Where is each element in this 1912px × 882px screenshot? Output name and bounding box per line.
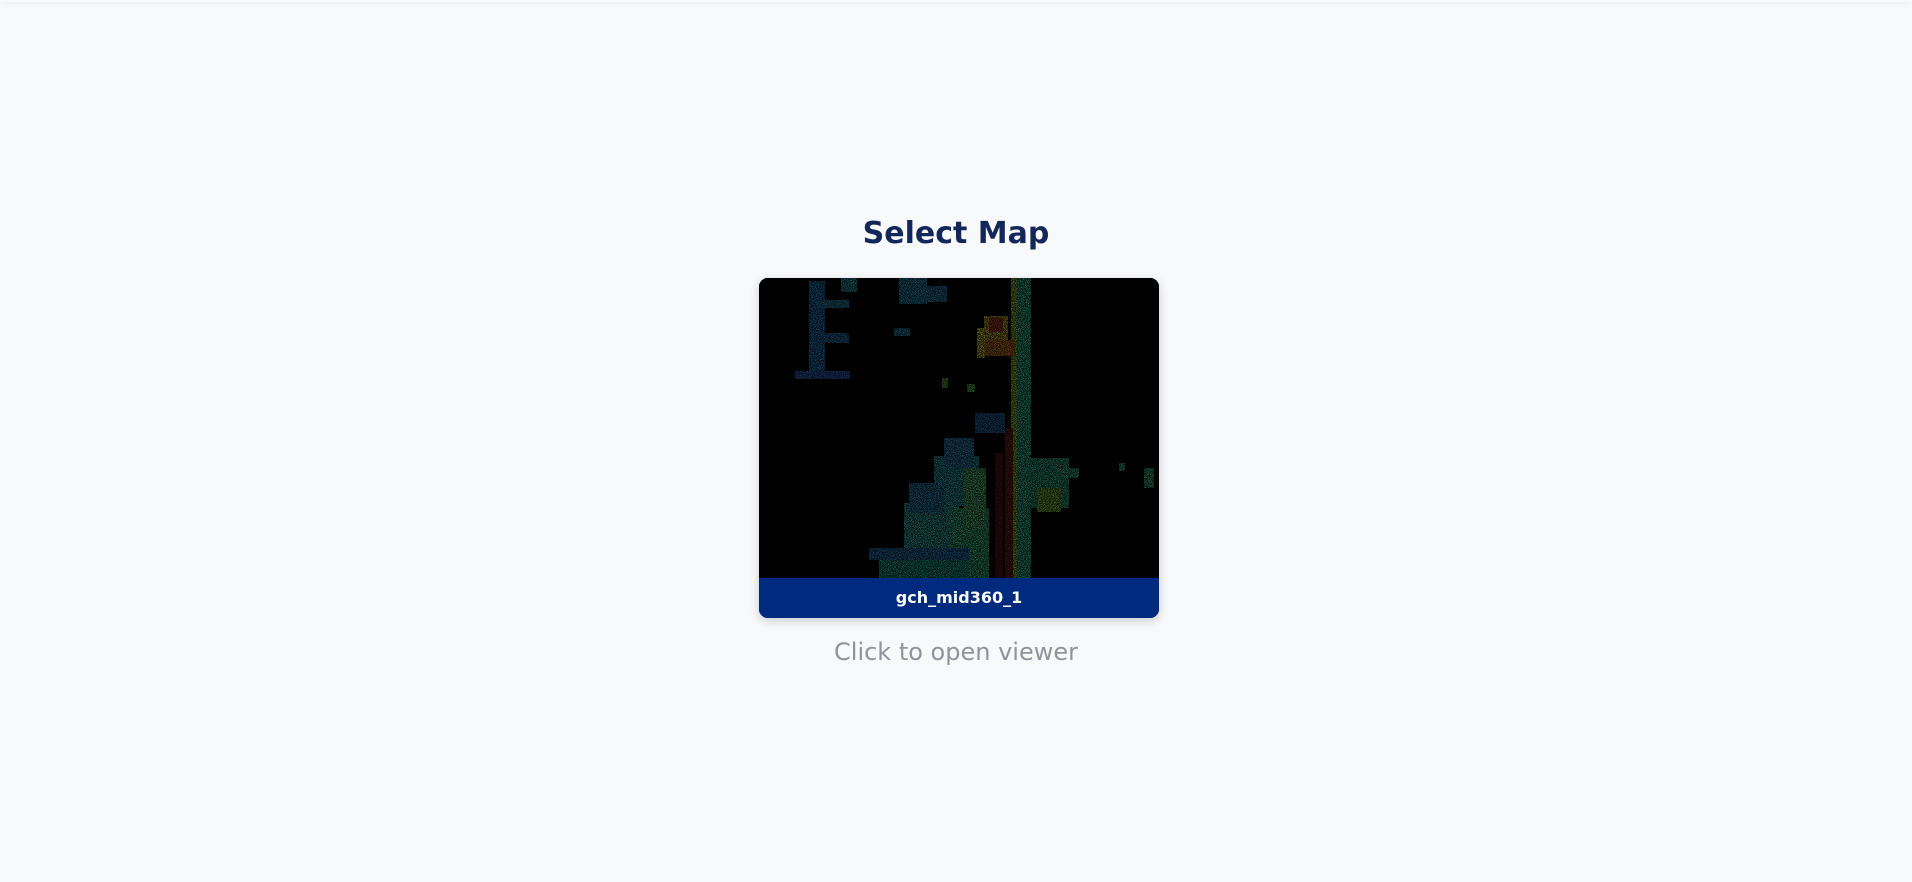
map-card-label: gch_mid360_1 [759,578,1159,618]
map-card[interactable]: gch_mid360_1 [759,278,1159,618]
page-title: Select Map [862,216,1050,251]
open-viewer-hint: Click to open viewer [834,638,1078,666]
top-bar-shadow [0,0,1912,2]
map-thumbnail-point-cloud-icon [759,278,1159,578]
